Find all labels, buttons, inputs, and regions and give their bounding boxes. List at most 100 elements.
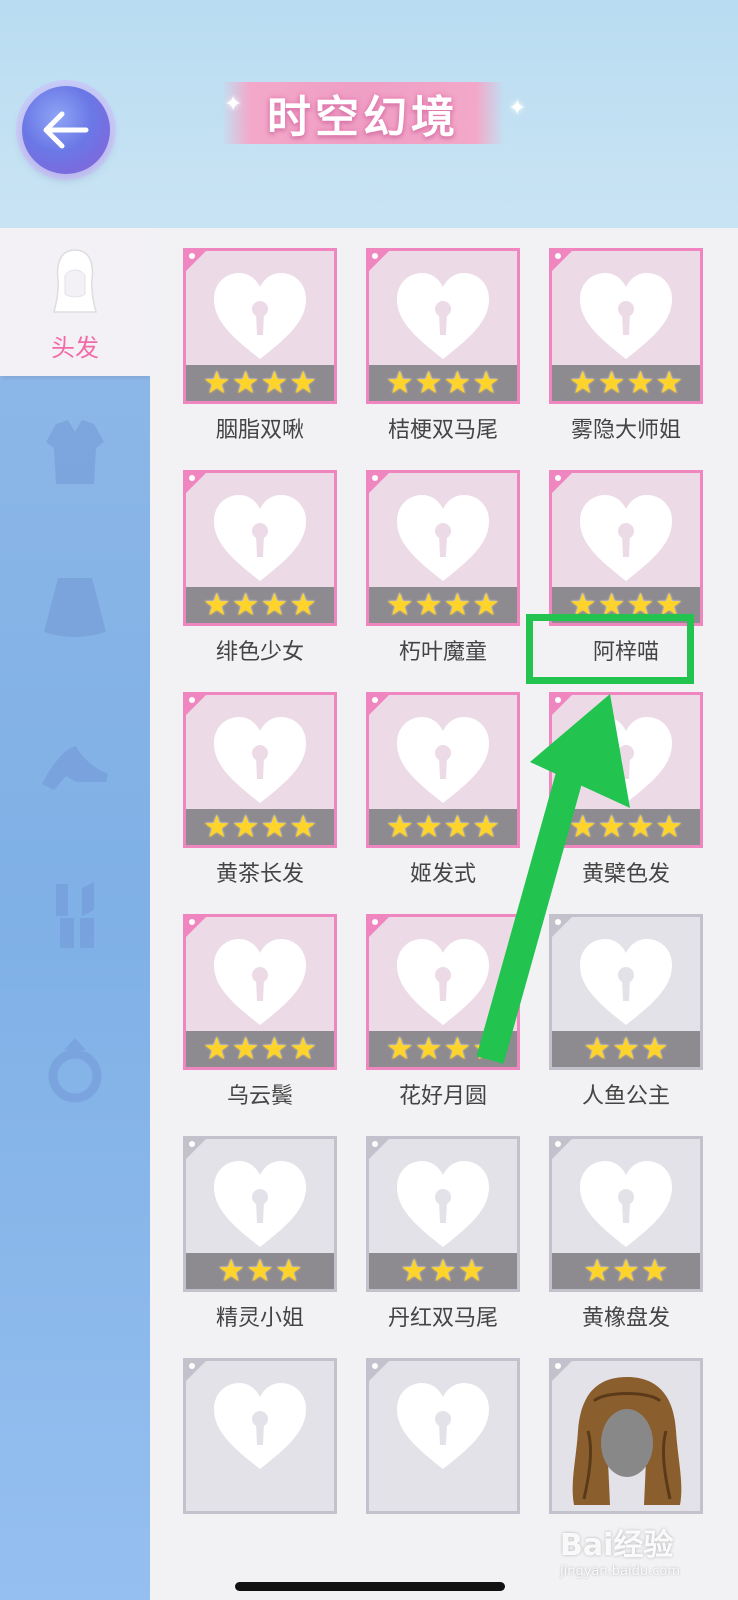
item-name: 胭脂双啾 [215, 418, 304, 443]
item-card[interactable]: ★ ★ ★ [366, 1136, 520, 1292]
page-title: 时空幻境 [267, 92, 459, 143]
item-card[interactable]: ★★★★ [183, 692, 337, 848]
corner-dot [189, 1141, 195, 1147]
star-icon: ★ [231, 587, 260, 623]
corner-dot [189, 475, 195, 481]
card-corner [366, 1136, 392, 1162]
item-card[interactable]: ★ ★ ★ [549, 1136, 703, 1292]
item-card[interactable]: ★★★★ [183, 470, 337, 626]
corner-dot [372, 919, 378, 925]
star-icon: ★ [289, 365, 318, 401]
arrow-annotation [476, 694, 630, 1064]
sparkle-icon: ✦ [224, 92, 243, 117]
star-rating: ★★★★ [186, 587, 334, 623]
item-name: 黄橡盘发 [581, 1306, 670, 1331]
item-name: 朽叶魔童 [398, 640, 487, 665]
item-card[interactable] [183, 1358, 337, 1514]
corner-dot [555, 1141, 561, 1147]
star-icon: ★ [443, 809, 472, 845]
star-rating: ★★★★ [369, 365, 517, 401]
card-corner [366, 1358, 392, 1384]
corner-dot [372, 1141, 378, 1147]
star-icon: ★ [597, 365, 626, 401]
item-name: 乌云鬓 [226, 1084, 293, 1109]
back-button[interactable] [22, 86, 110, 174]
item-name: 人鱼公主 [581, 1084, 670, 1109]
sidebar-item-hair[interactable]: 头发 [0, 228, 150, 376]
item-card[interactable]: ★★★★ [549, 470, 703, 626]
item-card[interactable]: ★★★★ [549, 248, 703, 404]
shoes-icon[interactable] [36, 728, 114, 798]
locked-heart-icon [214, 939, 306, 1025]
locked-heart-icon [214, 1161, 306, 1247]
lipstick-icon[interactable] [36, 880, 114, 950]
card-corner [549, 248, 575, 274]
locked-heart-icon [214, 273, 306, 359]
star-icon: ★ [626, 365, 655, 401]
star-icon: ★ [385, 365, 414, 401]
star-icon: ★ [400, 1253, 429, 1289]
star-icon: ★ [429, 1253, 457, 1289]
locked-heart-icon [214, 495, 306, 581]
card-corner [183, 1358, 209, 1384]
star-icon: ★ [202, 1031, 231, 1067]
locked-heart-icon [397, 1161, 489, 1247]
star-icon: ★ [414, 587, 443, 623]
hair-icon [53, 249, 97, 313]
star-icon: ★ [260, 809, 289, 845]
highlight-box [526, 614, 694, 684]
corner-dot [372, 697, 378, 703]
home-indicator[interactable] [235, 1582, 505, 1591]
locked-heart-icon [214, 1383, 306, 1469]
star-rating: ★ ★ ★ [186, 1253, 334, 1289]
item-grid: ★ ★ ★ ★ 胭脂双啾 ★ ★ ★ ★ 桔梗双马尾 ★ ★ ★ ★ 雾隐大师姐 ★ ★ ★ ★ 绯色少女 ★ ★ ★ ★ 朽叶… [150, 228, 738, 1600]
star-icon: ★ [202, 587, 231, 623]
star-icon: ★ [443, 1031, 472, 1067]
card-corner [549, 1136, 575, 1162]
locked-heart-icon [580, 1161, 672, 1247]
star-icon: ★ [655, 365, 684, 401]
item-card[interactable]: ★★★★ [366, 470, 520, 626]
item-card[interactable] [366, 1358, 520, 1514]
card-corner [183, 248, 209, 274]
star-icon: ★ [655, 809, 684, 845]
star-icon: ★ [414, 365, 443, 401]
item-card[interactable]: ★★★★ [183, 914, 337, 1070]
watermark-text: Bai经验 [560, 1528, 674, 1563]
star-icon: ★ [246, 1253, 274, 1289]
item-card[interactable] [549, 1358, 703, 1514]
locked-heart-icon [397, 273, 489, 359]
ring-icon[interactable] [36, 1034, 114, 1104]
star-icon: ★ [202, 809, 231, 845]
star-rating: ★ ★ ★ [369, 1253, 517, 1289]
item-name: 绯色少女 [215, 640, 304, 665]
corner-dot [372, 475, 378, 481]
corner-dot [189, 1363, 195, 1369]
corner-dot [189, 919, 195, 925]
hair-portrait-icon [572, 1377, 682, 1505]
item-card[interactable]: ★★★★ [366, 248, 520, 404]
item-card[interactable]: ★ ★ ★ [183, 1136, 337, 1292]
locked-heart-icon [397, 495, 489, 581]
corner-dot [189, 697, 195, 703]
star-icon: ★ [414, 1031, 443, 1067]
watermark: Bai经验 jingyan.baidu.com [560, 1520, 730, 1580]
card-corner [366, 248, 392, 274]
card-corner [366, 692, 392, 718]
skirt-icon[interactable] [36, 572, 114, 642]
locked-heart-icon [580, 273, 672, 359]
item-card[interactable]: ★★★★ [183, 248, 337, 404]
star-icon: ★ [260, 1031, 289, 1067]
card-corner [183, 914, 209, 940]
corner-dot [555, 1363, 561, 1369]
star-icon: ★ [231, 1031, 260, 1067]
star-icon: ★ [457, 1253, 486, 1289]
star-rating: ★★★★ [186, 809, 334, 845]
star-icon: ★ [274, 1253, 303, 1289]
card-corner [366, 470, 392, 496]
star-icon: ★ [414, 809, 443, 845]
star-icon: ★ [472, 365, 501, 401]
top-clothes-icon[interactable] [36, 418, 114, 488]
back-arrow-icon [43, 111, 89, 149]
star-icon: ★ [260, 587, 289, 623]
